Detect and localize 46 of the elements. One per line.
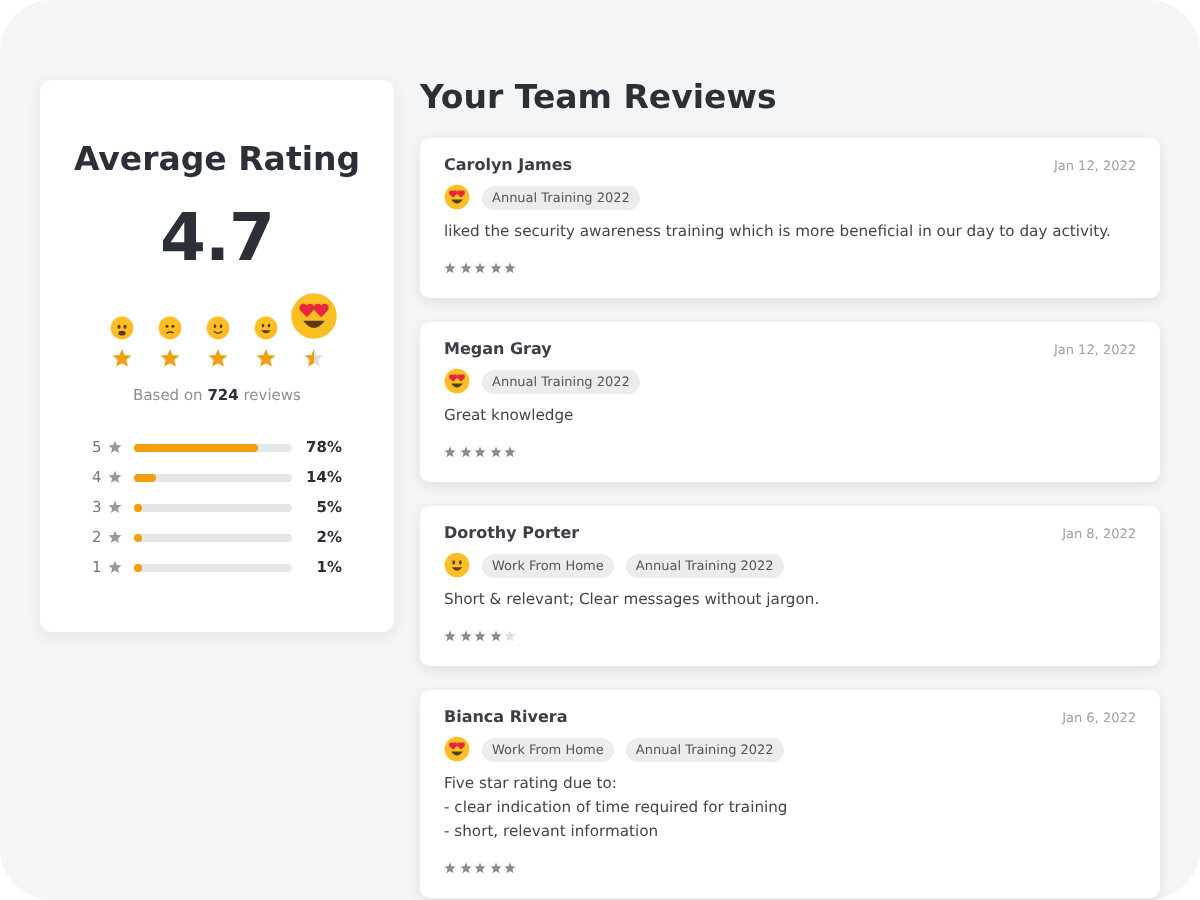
star-icon — [444, 862, 456, 874]
star-icon — [444, 446, 456, 458]
star-icon — [504, 862, 516, 874]
star-icon — [108, 470, 122, 484]
star-icon — [111, 348, 131, 368]
star-icon — [489, 862, 501, 874]
star-icon — [474, 446, 486, 458]
section-title: Your Team Reviews — [420, 78, 779, 116]
star-icon — [108, 530, 122, 544]
star-icon — [303, 348, 323, 368]
star-icon — [459, 630, 471, 642]
star-icon — [108, 500, 122, 514]
star-icon — [108, 560, 122, 574]
star-icon — [459, 862, 471, 874]
heart-eyes-face-icon — [444, 736, 470, 762]
star-icon — [504, 446, 516, 458]
star-icon — [474, 262, 486, 274]
star-icon — [207, 348, 227, 368]
star-icon — [459, 262, 471, 274]
rating-title: Average Rating — [73, 140, 361, 178]
face-icon[interactable] — [157, 316, 181, 340]
reviewer-name: Megan Gray — [444, 340, 552, 358]
star-icon — [255, 348, 275, 368]
star-icon — [489, 630, 501, 642]
average-score: 4.7 — [160, 198, 274, 276]
star-icon — [474, 630, 486, 642]
star-icon — [108, 440, 122, 454]
star-icon — [459, 446, 471, 458]
smiling-face-icon — [444, 552, 470, 578]
star-icon — [489, 446, 501, 458]
star-icon — [159, 348, 179, 368]
reviewer-name: Carolyn James — [444, 156, 573, 174]
star-icon — [489, 262, 501, 274]
star-icon — [444, 630, 456, 642]
star-icon — [504, 630, 516, 642]
star-icon — [504, 262, 516, 274]
heart-eyes-face-icon — [444, 184, 470, 210]
star-icon — [474, 862, 486, 874]
star-icon — [444, 262, 456, 274]
reviewer-name: Dorothy Porter — [444, 524, 580, 542]
reviewer-name: Bianca Rivera — [444, 708, 568, 726]
heart-eyes-face-icon — [444, 368, 470, 394]
face-icon[interactable] — [109, 316, 133, 340]
heart-eyes-face-icon[interactable] — [289, 292, 337, 340]
face-icon[interactable] — [253, 316, 277, 340]
face-icon[interactable] — [205, 316, 229, 340]
